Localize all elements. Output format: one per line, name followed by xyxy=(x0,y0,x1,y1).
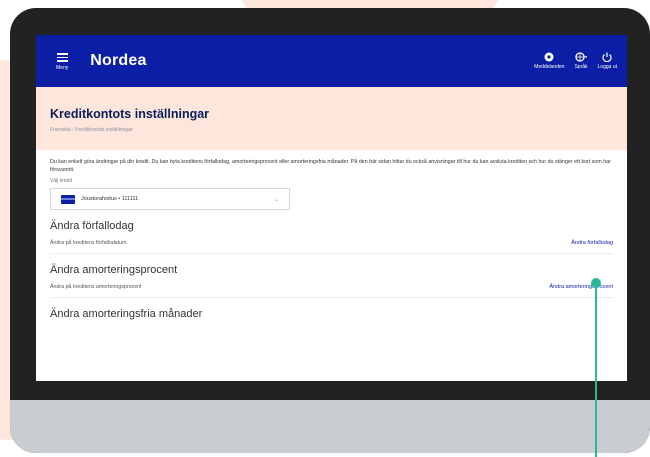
hamburger-icon xyxy=(56,51,68,64)
intro-text: Du kan enkelt göra ändringar på din kred… xyxy=(50,159,611,173)
credit-select-label: Välj kredit xyxy=(50,178,72,184)
stage: Meny Nordea Meddelanden Språk Logga ut K… xyxy=(0,0,650,457)
laptop-base xyxy=(10,400,650,453)
top-actions: Meddelanden Språk Logga ut xyxy=(534,52,617,70)
pointer-dot xyxy=(591,278,601,288)
page-title: Kreditkontots inställningar xyxy=(50,107,210,121)
credit-select-value: Joustorahoitus • 111111 xyxy=(81,196,139,202)
menu-label: Meny xyxy=(56,64,69,71)
messages-label: Meddelanden xyxy=(534,64,565,70)
top-navigation-bar: Meny Nordea Meddelanden Språk Logga ut xyxy=(36,35,627,87)
due-date-description: Ändra på kreditens förfallodatum xyxy=(50,239,127,246)
pointer-line xyxy=(595,282,597,457)
messages-button[interactable]: Meddelanden xyxy=(534,52,564,70)
section-title-amortization: Ändra amorteringsprocent xyxy=(50,264,178,276)
menu-button[interactable]: Meny xyxy=(56,51,68,71)
breadcrumb[interactable]: Framsida › Kreditkontots inställningar xyxy=(50,127,613,133)
laptop-frame: Meny Nordea Meddelanden Språk Logga ut K… xyxy=(10,8,650,453)
nordea-logo[interactable]: Nordea xyxy=(90,52,146,70)
section-title-amortization-free-months: Ändra amorteringsfria månader xyxy=(50,308,203,320)
main-content: Du kan enkelt göra ändringar på din kred… xyxy=(36,150,627,328)
credit-card-icon xyxy=(61,194,75,204)
page-header: Kreditkontots inställningar Framsida › K… xyxy=(36,87,627,150)
language-label: Språk xyxy=(574,64,588,70)
change-due-date-link[interactable]: Ändra förfallodag xyxy=(571,240,613,246)
credit-select[interactable]: Joustorahoitus • 111111 ⌄ xyxy=(50,188,290,210)
due-date-row: Ändra på kreditens förfallodatum Ändra f… xyxy=(50,232,613,254)
power-icon xyxy=(602,52,612,62)
logout-label: Logga ut xyxy=(597,64,617,70)
amortization-description: Ändra på kreditens amorteringsprocent xyxy=(50,283,142,290)
section-title-due-date: Ändra förfallodag xyxy=(50,220,134,232)
globe-icon xyxy=(575,52,587,62)
chevron-down-icon: ⌄ xyxy=(273,196,279,203)
language-button[interactable]: Språk xyxy=(574,52,588,70)
change-amortization-link[interactable]: Ändra amorteringsprocent xyxy=(549,284,613,290)
logout-button[interactable]: Logga ut xyxy=(598,52,617,70)
amortization-row: Ändra på kreditens amorteringsprocent Än… xyxy=(50,276,613,298)
message-icon xyxy=(544,52,554,62)
browser-screen: Meny Nordea Meddelanden Språk Logga ut K… xyxy=(36,35,627,381)
